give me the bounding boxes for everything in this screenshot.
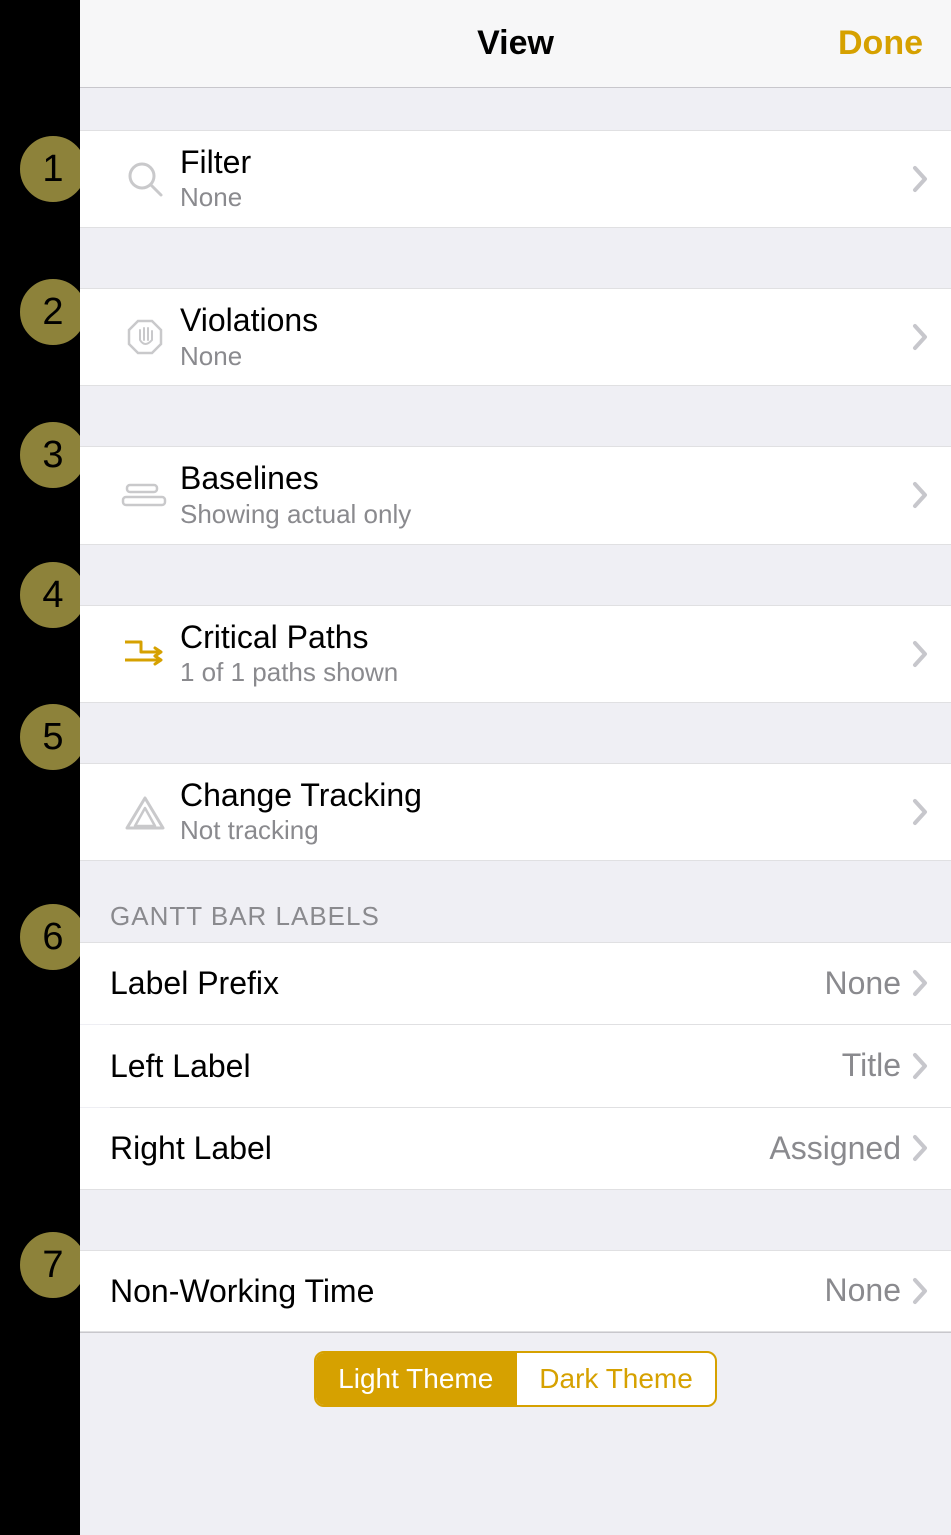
theme-segmented-control[interactable]: Light Theme Dark Theme [314, 1351, 717, 1407]
callout-2: 2 [16, 275, 90, 349]
right-label-row[interactable]: Right Label Assigned [80, 1108, 951, 1190]
dark-theme-segment[interactable]: Dark Theme [515, 1353, 715, 1405]
header-title: View [477, 24, 554, 63]
non-working-time-title: Non-Working Time [110, 1272, 825, 1310]
violations-subtitle: None [180, 340, 911, 374]
change-tracking-row[interactable]: Change Tracking Not tracking [80, 763, 951, 861]
non-working-time-row[interactable]: Non-Working Time None [80, 1250, 951, 1332]
critical-paths-row[interactable]: Critical Paths 1 of 1 paths shown [80, 605, 951, 703]
callout-1: 1 [16, 132, 90, 206]
filter-title: Filter [180, 143, 911, 181]
chevron-right-icon [911, 1133, 931, 1163]
gantt-section-header: GANTT BAR LABELS [80, 861, 951, 942]
chevron-right-icon [911, 480, 931, 510]
filter-subtitle: None [180, 181, 911, 215]
callout-7: 7 [16, 1228, 90, 1302]
right-label-title: Right Label [110, 1129, 769, 1167]
critical-paths-subtitle: 1 of 1 paths shown [180, 656, 911, 690]
search-icon [110, 157, 180, 201]
baselines-title: Baselines [180, 459, 911, 497]
chevron-right-icon [911, 968, 931, 998]
non-working-time-value: None [825, 1272, 902, 1309]
header-bar: View Done [80, 0, 951, 88]
critical-paths-icon [110, 634, 180, 674]
violations-title: Violations [180, 301, 911, 339]
left-label-value: Title [842, 1047, 901, 1084]
done-button[interactable]: Done [838, 24, 923, 63]
annotation-callouts: 1 2 3 4 5 6 7 [0, 0, 80, 1535]
change-tracking-icon [110, 792, 180, 832]
baselines-icon [110, 479, 180, 511]
left-label-title: Left Label [110, 1047, 842, 1085]
chevron-right-icon [911, 797, 931, 827]
left-label-row[interactable]: Left Label Title [80, 1025, 951, 1107]
change-tracking-subtitle: Not tracking [180, 814, 911, 848]
callout-6: 6 [16, 900, 90, 974]
chevron-right-icon [911, 1051, 931, 1081]
change-tracking-title: Change Tracking [180, 776, 911, 814]
right-label-value: Assigned [769, 1130, 901, 1167]
chevron-right-icon [911, 322, 931, 352]
theme-toolbar: Light Theme Dark Theme [80, 1332, 951, 1431]
critical-paths-title: Critical Paths [180, 618, 911, 656]
callout-4: 4 [16, 558, 90, 632]
violations-row[interactable]: Violations None [80, 288, 951, 386]
view-settings-panel: View Done Filter None Violations None [80, 0, 951, 1535]
chevron-right-icon [911, 164, 931, 194]
label-prefix-title: Label Prefix [110, 964, 825, 1002]
chevron-right-icon [911, 639, 931, 669]
label-prefix-row[interactable]: Label Prefix None [80, 942, 951, 1024]
hand-stop-icon [110, 315, 180, 359]
callout-5: 5 [16, 700, 90, 774]
callout-3: 3 [16, 418, 90, 492]
baselines-subtitle: Showing actual only [180, 498, 911, 532]
light-theme-segment[interactable]: Light Theme [316, 1353, 515, 1405]
chevron-right-icon [911, 1276, 931, 1306]
label-prefix-value: None [825, 965, 902, 1002]
baselines-row[interactable]: Baselines Showing actual only [80, 446, 951, 544]
filter-row[interactable]: Filter None [80, 130, 951, 228]
